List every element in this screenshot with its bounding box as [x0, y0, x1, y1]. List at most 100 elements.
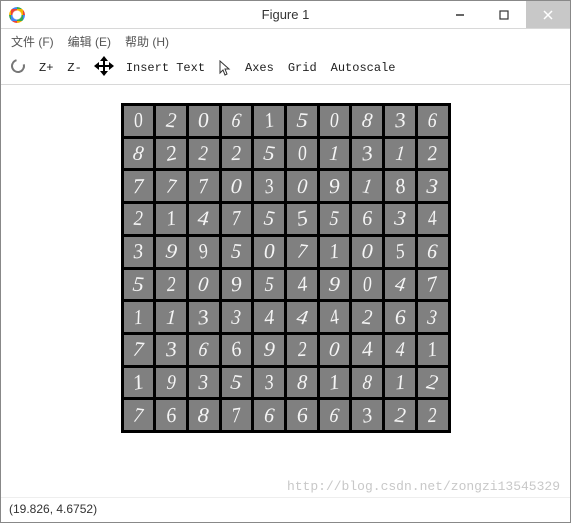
digit-cell: 7 [287, 237, 317, 267]
digit-grid: 0206150836822250131277703091832147555634… [124, 106, 448, 430]
digit-cell: 1 [418, 335, 448, 365]
status-bar: (19.826, 4.6752) [1, 497, 570, 522]
digit-cell: 4 [385, 270, 415, 300]
digit-cell: 7 [156, 171, 186, 201]
pan-icon[interactable] [96, 58, 112, 78]
digit-cell: 7 [124, 400, 154, 430]
digit-cell: 3 [222, 302, 252, 332]
digit-cell: 7 [189, 171, 219, 201]
window-controls [438, 1, 570, 28]
toolbar: Z+ Z- Insert Text Axes Grid Autoscale [1, 54, 570, 85]
digit-cell: 2 [222, 139, 252, 169]
digit-cell: 5 [320, 204, 350, 234]
digit-cell: 2 [156, 270, 186, 300]
digit-cell: 4 [287, 270, 317, 300]
zoom-out-button[interactable]: Z- [67, 61, 81, 75]
digit-cell: 3 [189, 368, 219, 398]
digit-cell: 0 [320, 335, 350, 365]
figure-canvas[interactable]: 0206150836822250131277703091832147555634… [1, 85, 570, 433]
insert-text-button[interactable]: Insert Text [126, 61, 205, 75]
digit-cell: 3 [352, 400, 382, 430]
digit-grid-border: 0206150836822250131277703091832147555634… [121, 103, 451, 433]
digit-cell: 1 [320, 237, 350, 267]
digit-cell: 5 [287, 106, 317, 136]
digit-cell: 5 [254, 270, 284, 300]
digit-cell: 4 [189, 204, 219, 234]
close-button[interactable] [526, 1, 570, 28]
digit-cell: 4 [385, 335, 415, 365]
digit-cell: 6 [385, 302, 415, 332]
digit-cell: 1 [156, 204, 186, 234]
digit-cell: 2 [385, 400, 415, 430]
digit-cell: 1 [352, 171, 382, 201]
digit-cell: 4 [254, 302, 284, 332]
digit-cell: 0 [352, 270, 382, 300]
digit-cell: 7 [222, 400, 252, 430]
rotate-icon[interactable] [11, 59, 25, 77]
digit-cell: 3 [418, 171, 448, 201]
zoom-in-button[interactable]: Z+ [39, 61, 53, 75]
digit-cell: 3 [189, 302, 219, 332]
digit-cell: 2 [287, 335, 317, 365]
digit-cell: 0 [124, 106, 154, 136]
digit-cell: 2 [418, 368, 448, 398]
digit-cell: 2 [156, 139, 186, 169]
digit-cell: 3 [418, 302, 448, 332]
digit-cell: 6 [352, 204, 382, 234]
digit-cell: 9 [156, 237, 186, 267]
digit-cell: 5 [287, 204, 317, 234]
digit-cell: 0 [189, 270, 219, 300]
digit-cell: 5 [254, 139, 284, 169]
grid-button[interactable]: Grid [288, 61, 317, 75]
digit-cell: 5 [254, 204, 284, 234]
digit-cell: 0 [254, 237, 284, 267]
minimize-button[interactable] [438, 1, 482, 28]
digit-cell: 1 [156, 302, 186, 332]
digit-cell: 0 [320, 106, 350, 136]
digit-cell: 8 [385, 171, 415, 201]
digit-cell: 6 [320, 400, 350, 430]
digit-cell: 2 [156, 106, 186, 136]
digit-cell: 8 [352, 368, 382, 398]
digit-cell: 4 [320, 302, 350, 332]
title-bar: Figure 1 [1, 1, 570, 29]
digit-cell: 5 [124, 270, 154, 300]
digit-cell: 7 [222, 204, 252, 234]
maximize-button[interactable] [482, 1, 526, 28]
digit-cell: 4 [352, 335, 382, 365]
menu-file[interactable]: 文件 (F) [11, 33, 54, 50]
digit-cell: 0 [189, 106, 219, 136]
menu-help[interactable]: 帮助 (H) [125, 33, 169, 50]
pointer-icon[interactable] [219, 60, 231, 76]
digit-cell: 9 [320, 171, 350, 201]
app-icon [9, 7, 25, 23]
digit-cell: 6 [189, 335, 219, 365]
cursor-coordinates: (19.826, 4.6752) [9, 502, 97, 516]
digit-cell: 1 [320, 368, 350, 398]
digit-cell: 8 [189, 400, 219, 430]
digit-cell: 2 [352, 302, 382, 332]
digit-cell: 3 [124, 237, 154, 267]
digit-cell: 0 [287, 171, 317, 201]
axes-button[interactable]: Axes [245, 61, 274, 75]
digit-cell: 9 [222, 270, 252, 300]
digit-cell: 0 [287, 139, 317, 169]
digit-cell: 0 [352, 237, 382, 267]
menu-edit[interactable]: 编辑 (E) [68, 33, 111, 50]
digit-cell: 3 [254, 368, 284, 398]
digit-cell: 2 [418, 400, 448, 430]
digit-cell: 6 [254, 400, 284, 430]
autoscale-button[interactable]: Autoscale [331, 61, 396, 75]
digit-cell: 2 [189, 139, 219, 169]
digit-cell: 8 [352, 106, 382, 136]
digit-cell: 9 [156, 368, 186, 398]
digit-cell: 6 [418, 106, 448, 136]
digit-cell: 6 [418, 237, 448, 267]
digit-cell: 3 [156, 335, 186, 365]
digit-cell: 9 [320, 270, 350, 300]
digit-cell: 3 [254, 171, 284, 201]
digit-cell: 3 [352, 139, 382, 169]
digit-cell: 9 [254, 335, 284, 365]
digit-cell: 1 [320, 139, 350, 169]
digit-cell: 5 [385, 237, 415, 267]
